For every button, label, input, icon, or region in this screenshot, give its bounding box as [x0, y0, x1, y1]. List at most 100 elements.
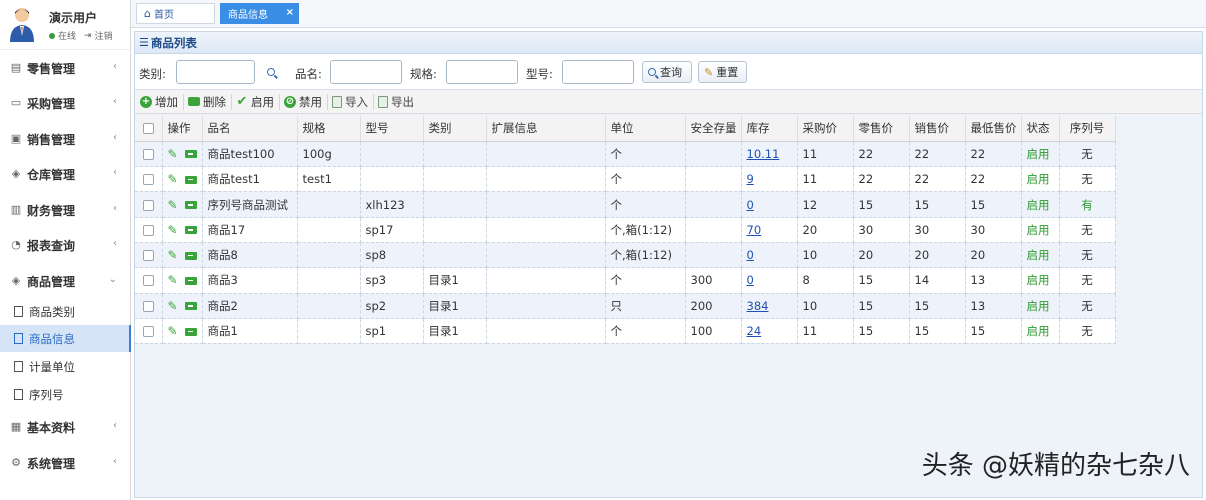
- submenu-goods-category[interactable]: 商品类别: [0, 298, 131, 325]
- table-row[interactable]: ✎ 商品2 sp2 目录1 只 200 384 10 15 15 13 启用 无: [135, 293, 1116, 319]
- import-icon: [332, 95, 342, 108]
- category-input[interactable]: [176, 60, 255, 84]
- menu-warehouse[interactable]: ◈ 仓库管理 ‹: [0, 159, 131, 189]
- cell-ext: [486, 217, 606, 243]
- model-input[interactable]: [562, 60, 634, 84]
- query-button[interactable]: 查询: [642, 61, 692, 83]
- row-select-cell[interactable]: [135, 318, 163, 345]
- select-all-header[interactable]: [135, 116, 163, 142]
- menu-basic[interactable]: ▦ 基本资料 ‹: [0, 412, 131, 442]
- sale-value: 22: [914, 172, 930, 187]
- submenu-unit[interactable]: 计量单位: [0, 353, 131, 380]
- menu-finance[interactable]: ▥ 财务管理 ‹: [0, 195, 131, 225]
- cell-serial: 无: [1059, 166, 1116, 193]
- edit-pencil-icon[interactable]: ✎: [168, 273, 178, 287]
- table-row[interactable]: ✎ 商品8 sp8 个,箱(1:12) 0 10 20 20 20 启用 无: [135, 242, 1116, 269]
- cell-min: 13: [965, 267, 1022, 294]
- logout-icon[interactable]: ⇥: [84, 31, 92, 41]
- submenu-serial[interactable]: 序列号: [0, 381, 131, 408]
- menu-retail[interactable]: ▤ 零售管理 ‹: [0, 53, 131, 83]
- reset-button[interactable]: ✎ 重置: [698, 61, 747, 83]
- unit-value: 个: [610, 273, 623, 288]
- table-row[interactable]: ✎ 商品1 sp1 目录1 个 100 24 11 15 15 15 启用 无: [135, 318, 1116, 345]
- retail-value: 15: [858, 298, 874, 313]
- edit-pencil-icon[interactable]: ✎: [168, 198, 178, 212]
- cell-category: [423, 191, 487, 218]
- cell-model: [360, 141, 424, 168]
- page-icon: [14, 306, 23, 317]
- delete-button[interactable]: 删除: [188, 93, 232, 110]
- logout-link[interactable]: 注销: [95, 29, 113, 42]
- submenu-goods-info[interactable]: 商品信息: [0, 325, 131, 352]
- table-row[interactable]: ✎ 商品test100 100g 个 10.11 11 22 22 22 启用 无: [135, 141, 1116, 168]
- row-select-cell[interactable]: [135, 166, 163, 193]
- row-select-cell[interactable]: [135, 267, 163, 294]
- table-row[interactable]: ✎ 商品17 sp17 个,箱(1:12) 70 20 30 30 30 启用 无: [135, 217, 1116, 243]
- submenu-label: 计量单位: [29, 359, 75, 374]
- stock-link[interactable]: 9: [747, 172, 754, 186]
- stock-link[interactable]: 384: [747, 299, 769, 313]
- row-checkbox[interactable]: [142, 148, 154, 160]
- row-select-cell[interactable]: [135, 242, 163, 269]
- stock-link[interactable]: 70: [747, 223, 762, 237]
- stock-link[interactable]: 0: [747, 273, 754, 287]
- row-checkbox[interactable]: [142, 199, 154, 211]
- menu-report[interactable]: ◔ 报表查询 ‹: [0, 230, 131, 260]
- stock-link[interactable]: 24: [747, 324, 762, 338]
- menu-purchase[interactable]: ▭ 采购管理 ‹: [0, 88, 131, 118]
- stock-link[interactable]: 0: [747, 248, 754, 262]
- menu-goods[interactable]: ◈ 商品管理 ⌄: [0, 266, 131, 296]
- row-checkbox[interactable]: [142, 224, 154, 236]
- menu-sales[interactable]: ▣ 销售管理 ‹: [0, 124, 131, 154]
- name-input[interactable]: [330, 60, 402, 84]
- stock-link[interactable]: 10.11: [747, 147, 780, 161]
- close-icon[interactable]: ×: [286, 7, 294, 18]
- delete-row-icon[interactable]: [184, 302, 197, 311]
- table-row[interactable]: ✎ 商品3 sp3 目录1 个 300 0 8 15 14 13 启用 无: [135, 267, 1116, 294]
- row-checkbox[interactable]: [142, 300, 154, 312]
- delete-row-icon[interactable]: [184, 276, 197, 285]
- table-row[interactable]: ✎ 序列号商品测试 xlh123 个 0 12 15 15 15 启用 有: [135, 191, 1116, 218]
- cell-spec: [297, 242, 361, 269]
- row-checkbox[interactable]: [142, 326, 154, 338]
- cell-purchase: 11: [797, 318, 854, 345]
- row-select-cell[interactable]: [135, 293, 163, 319]
- status-value: 启用: [1026, 172, 1050, 187]
- sale-value: 22: [914, 146, 930, 161]
- name-value: 商品17: [207, 222, 246, 237]
- edit-pencil-icon[interactable]: ✎: [168, 172, 178, 186]
- status-value: 启用: [1026, 197, 1050, 212]
- delete-row-icon[interactable]: [184, 327, 197, 336]
- spec-input[interactable]: [446, 60, 518, 84]
- tab-home[interactable]: ⌂ 首页: [136, 3, 215, 24]
- enable-button[interactable]: ✔ 启用: [236, 93, 280, 110]
- delete-row-icon[interactable]: [184, 226, 197, 235]
- export-button[interactable]: 导出: [378, 94, 419, 110]
- row-checkbox[interactable]: [142, 250, 154, 262]
- page-icon: [14, 389, 23, 400]
- disable-button[interactable]: ⊘ 禁用: [284, 93, 328, 110]
- row-checkbox[interactable]: [142, 275, 154, 287]
- edit-pencil-icon[interactable]: ✎: [168, 147, 178, 161]
- purchase-value: 20: [802, 222, 818, 237]
- edit-pencil-icon[interactable]: ✎: [168, 248, 178, 262]
- row-select-cell[interactable]: [135, 217, 163, 243]
- menu-system[interactable]: ⚙ 系统管理 ‹: [0, 448, 131, 478]
- edit-pencil-icon[interactable]: ✎: [168, 299, 178, 313]
- select-all-checkbox[interactable]: [142, 123, 154, 135]
- row-select-cell[interactable]: [135, 141, 163, 168]
- delete-row-icon[interactable]: [184, 150, 197, 159]
- category-search-icon[interactable]: [267, 68, 275, 76]
- tab-goods-info[interactable]: 商品信息 ×: [220, 3, 299, 24]
- stock-link[interactable]: 0: [747, 198, 754, 212]
- import-button[interactable]: 导入: [332, 93, 374, 110]
- add-button[interactable]: + 增加: [140, 93, 184, 110]
- delete-row-icon[interactable]: [184, 251, 197, 260]
- delete-row-icon[interactable]: [184, 175, 197, 184]
- table-row[interactable]: ✎ 商品test1 test1 个 9 11 22 22 22 启用 无: [135, 166, 1116, 193]
- edit-pencil-icon[interactable]: ✎: [168, 223, 178, 237]
- edit-pencil-icon[interactable]: ✎: [168, 324, 178, 338]
- row-checkbox[interactable]: [142, 174, 154, 186]
- delete-row-icon[interactable]: [184, 201, 197, 210]
- row-select-cell[interactable]: [135, 191, 163, 218]
